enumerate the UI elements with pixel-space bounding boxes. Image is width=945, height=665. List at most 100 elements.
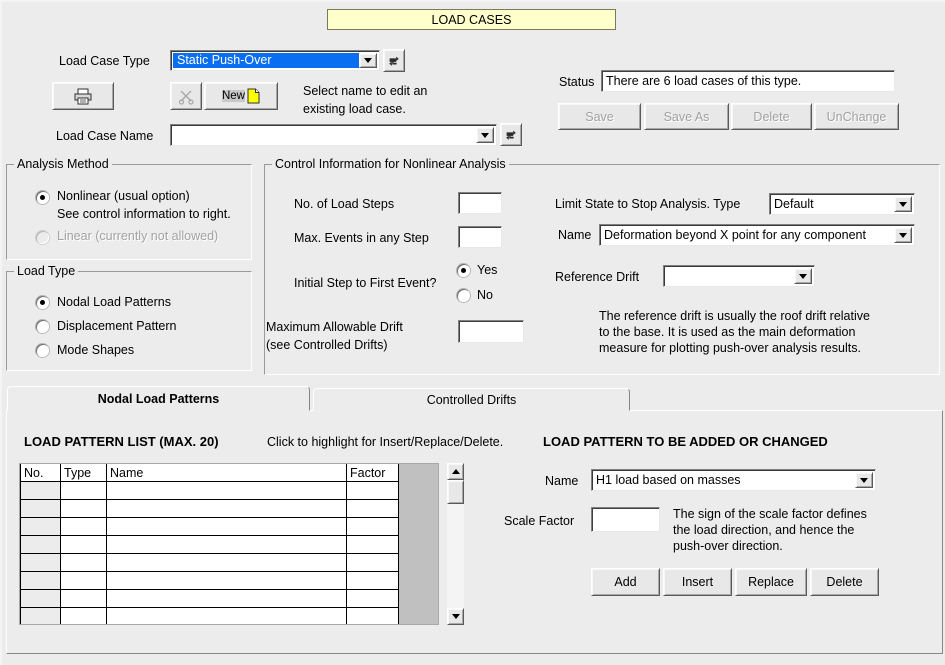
radio-initial-step-yes[interactable] (457, 264, 470, 277)
cell-factor[interactable] (346, 535, 399, 554)
radio-initial-step-no[interactable] (457, 289, 470, 302)
limit-state-type-combo[interactable]: Default (769, 193, 915, 215)
cell-type[interactable] (60, 607, 107, 624)
cell-factor[interactable] (346, 517, 399, 536)
radio-mode-shapes[interactable] (36, 344, 49, 357)
control-information-title: Control Information for Nonlinear Analys… (272, 157, 509, 171)
limit-state-name-dropdown-button[interactable] (894, 227, 912, 243)
new-button[interactable]: New (204, 82, 278, 110)
load-pattern-table[interactable]: No. Type Name Factor (19, 463, 439, 625)
load-case-type-dropdown-button[interactable] (359, 53, 377, 68)
insert-pattern-button[interactable]: Insert (663, 568, 732, 596)
tab-nodal-load-patterns[interactable]: Nodal Load Patterns (7, 386, 310, 411)
scale-factor-help-text: The sign of the scale factor defines the… (673, 507, 867, 553)
cell-factor[interactable] (346, 571, 399, 590)
cell-type[interactable] (60, 535, 107, 554)
radio-nonlinear[interactable] (36, 191, 49, 204)
add-pattern-button[interactable]: Add (591, 568, 660, 596)
limit-state-type-dropdown-button[interactable] (894, 196, 912, 212)
delete-load-case-button[interactable]: Delete (731, 103, 812, 130)
cell-name[interactable] (106, 499, 347, 518)
print-button[interactable] (52, 82, 114, 110)
cell-factor[interactable] (346, 481, 399, 500)
radio-displacement-pattern-label[interactable]: Displacement Pattern (57, 319, 177, 333)
cell-spacer (398, 607, 438, 624)
cell-name[interactable] (106, 535, 347, 554)
load-pattern-table-scrollbar[interactable] (447, 463, 464, 625)
cell-no[interactable] (20, 607, 61, 624)
table-row[interactable] (20, 553, 438, 572)
load-case-type-combo[interactable]: Static Push-Over (170, 50, 380, 71)
table-row[interactable] (20, 607, 438, 624)
radio-initial-step-no-label[interactable]: No (477, 288, 493, 302)
cell-no[interactable] (20, 481, 61, 500)
table-row[interactable] (20, 517, 438, 536)
radio-nonlinear-label[interactable]: Nonlinear (usual option) (57, 189, 190, 203)
load-steps-input[interactable] (458, 192, 502, 214)
radio-nodal-load-patterns-label[interactable]: Nodal Load Patterns (57, 295, 171, 309)
status-field: There are 6 load cases of this type. (601, 70, 895, 92)
max-drift-label-line2: (see Controlled Drifts) (266, 338, 388, 352)
tab-controlled-drifts[interactable]: Controlled Drifts (313, 388, 630, 411)
cell-no[interactable] (20, 589, 61, 608)
cell-type[interactable] (60, 517, 107, 536)
cell-type[interactable] (60, 481, 107, 500)
cell-no[interactable] (20, 499, 61, 518)
limit-state-type-label: Limit State to Stop Analysis. Type (555, 197, 741, 211)
cell-type[interactable] (60, 499, 107, 518)
table-row[interactable] (20, 499, 438, 518)
cell-name[interactable] (106, 571, 347, 590)
max-events-input[interactable] (458, 226, 502, 248)
cell-factor[interactable] (346, 607, 399, 624)
reference-drift-dropdown-button[interactable] (794, 268, 812, 284)
cell-name[interactable] (106, 553, 347, 572)
cell-no[interactable] (20, 535, 61, 554)
refresh-load-case-name-button[interactable] (500, 123, 522, 146)
cell-name[interactable] (106, 517, 347, 536)
cell-name[interactable] (106, 589, 347, 608)
save-button[interactable]: Save (558, 103, 641, 130)
scissors-icon (178, 90, 194, 105)
pattern-name-combo[interactable]: H1 load based on masses (591, 469, 876, 491)
load-case-name-combo[interactable] (170, 124, 497, 146)
table-row[interactable] (20, 589, 438, 608)
unchange-button[interactable]: UnChange (814, 103, 899, 130)
cell-no[interactable] (20, 553, 61, 572)
pattern-name-dropdown-button[interactable] (855, 472, 873, 488)
limit-state-name-combo[interactable]: Deformation beyond X point for any compo… (599, 224, 915, 246)
radio-dot (460, 267, 466, 273)
save-as-button[interactable]: Save As (644, 103, 729, 130)
radio-displacement-pattern[interactable] (36, 320, 49, 333)
cell-spacer (398, 553, 438, 572)
radio-mode-shapes-label[interactable]: Mode Shapes (57, 343, 134, 357)
table-row[interactable] (20, 535, 438, 554)
table-row[interactable] (20, 571, 438, 590)
limit-state-type-value: Default (774, 197, 814, 211)
table-row[interactable] (20, 481, 438, 500)
load-case-name-dropdown-button[interactable] (476, 127, 494, 143)
cell-factor[interactable] (346, 553, 399, 572)
radio-nodal-load-patterns[interactable] (36, 296, 49, 309)
scrollbar-thumb[interactable] (447, 480, 464, 504)
scroll-down-button[interactable] (447, 608, 464, 625)
cell-no[interactable] (20, 517, 61, 536)
cell-factor[interactable] (346, 589, 399, 608)
max-drift-input[interactable] (458, 320, 524, 343)
cell-factor[interactable] (346, 499, 399, 518)
cell-type[interactable] (60, 589, 107, 608)
replace-pattern-button[interactable]: Replace (735, 568, 807, 596)
cell-name[interactable] (106, 481, 347, 500)
radio-initial-step-yes-label[interactable]: Yes (477, 263, 497, 277)
delete-pattern-button[interactable]: Delete (810, 568, 879, 596)
scroll-up-button[interactable] (447, 463, 464, 480)
reference-drift-combo[interactable] (663, 265, 815, 287)
scale-factor-input[interactable] (591, 507, 660, 532)
refresh-icon (506, 130, 516, 140)
delete-pattern-button-label: Delete (826, 575, 863, 589)
cell-name[interactable] (106, 607, 347, 624)
cell-type[interactable] (60, 553, 107, 572)
refresh-load-case-type-button[interactable] (383, 49, 405, 72)
cell-type[interactable] (60, 571, 107, 590)
chevron-down-icon (899, 201, 907, 207)
cell-no[interactable] (20, 571, 61, 590)
